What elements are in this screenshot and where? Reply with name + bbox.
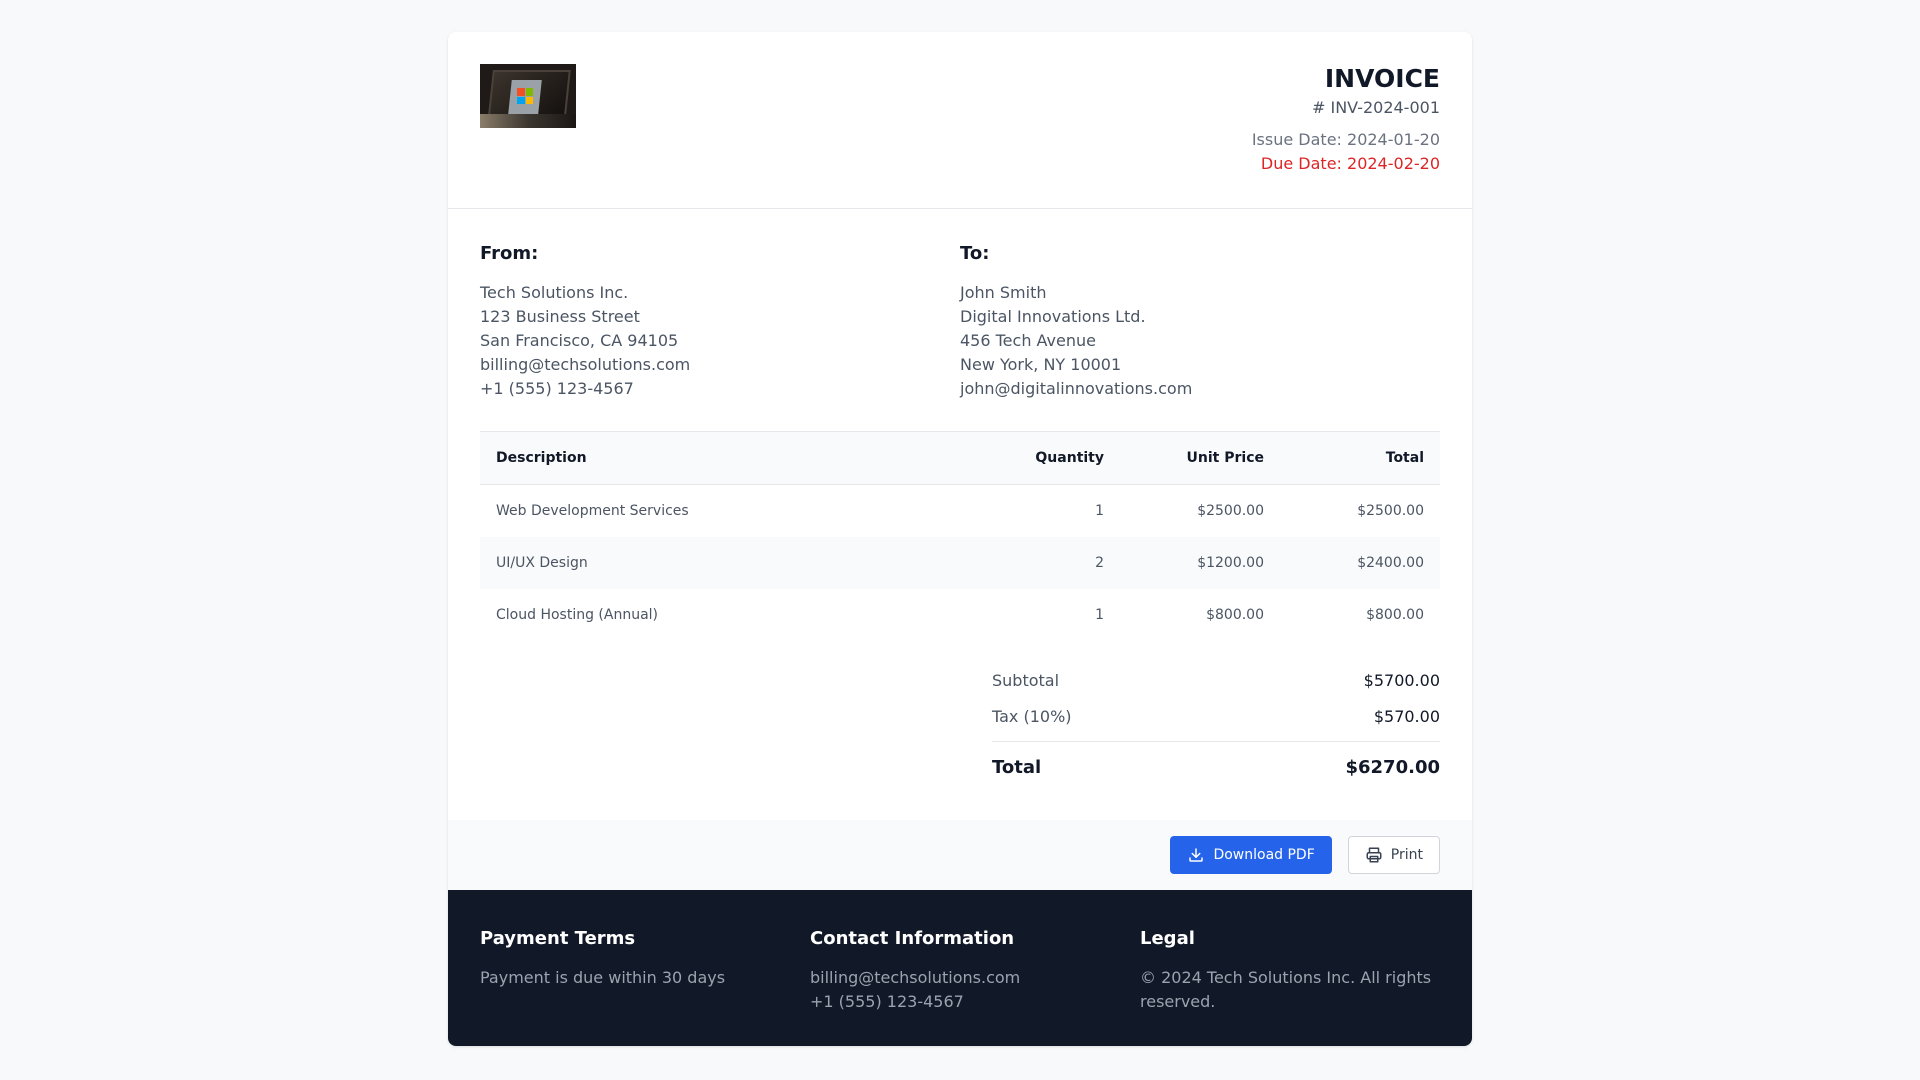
to-line: john@digitalinnovations.com (960, 379, 1193, 398)
cell-unit-price: $800.00 (1206, 606, 1264, 623)
payment-terms-section: Payment Terms Payment is due within 30 d… (480, 926, 810, 1046)
invoice-header: INVOICE # INV-2024-001 Issue Date: 2024-… (448, 32, 1472, 209)
col-quantity: Quantity (960, 431, 1120, 485)
cell-unit-price: $2500.00 (1197, 502, 1264, 519)
totals-block: Subtotal $5700.00 Tax (10%) $570.00 Tota… (992, 663, 1440, 794)
cell-description: UI/UX Design (480, 536, 960, 589)
subtotal-row: Subtotal $5700.00 (992, 663, 1440, 699)
invoice-card: INVOICE # INV-2024-001 Issue Date: 2024-… (448, 32, 1472, 1046)
to-heading: To: (960, 243, 990, 264)
table-row: UI/UX Design 2 $1200.00 $2400.00 (480, 536, 1440, 589)
company-logo (480, 64, 576, 128)
invoice-number: # INV-2024-001 (1312, 98, 1440, 117)
tax-value: $570.00 (1373, 706, 1440, 726)
contact-phone: +1 (555) 123-4567 (810, 991, 964, 1011)
to-line: John Smith (960, 283, 1047, 302)
tax-row: Tax (10%) $570.00 (992, 699, 1440, 735)
contact-heading: Contact Information (810, 927, 1015, 949)
total-value: $6270.00 (1345, 756, 1440, 778)
legal-text: © 2024 Tech Solutions Inc. All rights re… (1140, 967, 1432, 1011)
tax-label: Tax (10%) (992, 706, 1072, 726)
to-block: To: John Smith Digital Innovations Ltd. … (960, 241, 1440, 431)
legal-heading: Legal (1140, 927, 1195, 949)
payment-terms-text: Payment is due within 30 days (480, 967, 726, 987)
to-line: New York, NY 10001 (960, 355, 1122, 374)
parties: From: Tech Solutions Inc. 123 Business S… (480, 241, 1440, 431)
invoice-title: INVOICE (1324, 64, 1440, 93)
total-label: Total (992, 756, 1042, 778)
table-header-row: Description Quantity Unit Price Total (480, 431, 1440, 485)
from-line: 123 Business Street (480, 307, 640, 326)
to-line: 456 Tech Avenue (960, 331, 1096, 350)
cell-total: $2500.00 (1357, 502, 1424, 519)
contact-section: Contact Information billing@techsolution… (810, 926, 1140, 1046)
subtotal-value: $5700.00 (1363, 670, 1440, 690)
from-line: billing@techsolutions.com (480, 355, 691, 374)
cell-quantity: 2 (960, 536, 1120, 589)
actions-bar: Download PDF Print (448, 819, 1472, 890)
invoice-body: From: Tech Solutions Inc. 123 Business S… (448, 209, 1472, 794)
col-total: Total (1280, 431, 1440, 485)
from-block: From: Tech Solutions Inc. 123 Business S… (480, 241, 960, 431)
cell-description: Cloud Hosting (Annual) (496, 606, 659, 623)
from-line: Tech Solutions Inc. (480, 283, 629, 302)
col-description: Description (480, 431, 960, 485)
cell-total: $800.00 (1366, 606, 1424, 623)
line-items-table: Description Quantity Unit Price Total We… (480, 431, 1440, 641)
invoice-meta: INVOICE # INV-2024-001 Issue Date: 2024-… (1252, 64, 1440, 176)
table-row: Cloud Hosting (Annual) 1 $800.00 $800.00 (480, 589, 1440, 641)
cell-description: Web Development Services (496, 502, 689, 519)
download-pdf-label: Download PDF (1213, 846, 1315, 863)
table-row: Web Development Services 1 $2500.00 $250… (480, 485, 1440, 537)
from-heading: From: (480, 243, 539, 264)
subtotal-label: Subtotal (992, 670, 1060, 690)
printer-icon (1366, 847, 1382, 862)
issue-date: Issue Date: 2024-01-20 (1251, 130, 1440, 149)
due-date: Due Date: 2024-02-20 (1260, 154, 1440, 173)
to-line: Digital Innovations Ltd. (960, 307, 1146, 326)
from-line: San Francisco, CA 94105 (480, 331, 679, 350)
from-line: +1 (555) 123-4567 (480, 379, 634, 398)
print-button[interactable]: Print (1347, 835, 1440, 874)
cell-quantity: 1 (1095, 606, 1104, 623)
grand-total-row: Total $6270.00 (992, 742, 1440, 794)
invoice-footer: Payment Terms Payment is due within 30 d… (448, 889, 1472, 1046)
cell-total: $2400.00 (1280, 536, 1440, 589)
col-unit-price: Unit Price (1120, 431, 1280, 485)
download-icon (1189, 847, 1204, 862)
payment-terms-heading: Payment Terms (480, 927, 636, 949)
cell-unit-price: $1200.00 (1120, 536, 1280, 589)
download-pdf-button[interactable]: Download PDF (1170, 835, 1332, 874)
cell-quantity: 1 (1095, 502, 1104, 519)
legal-section: Legal © 2024 Tech Solutions Inc. All rig… (1140, 926, 1440, 1046)
print-label: Print (1390, 846, 1423, 863)
contact-email: billing@techsolutions.com (810, 967, 1021, 987)
